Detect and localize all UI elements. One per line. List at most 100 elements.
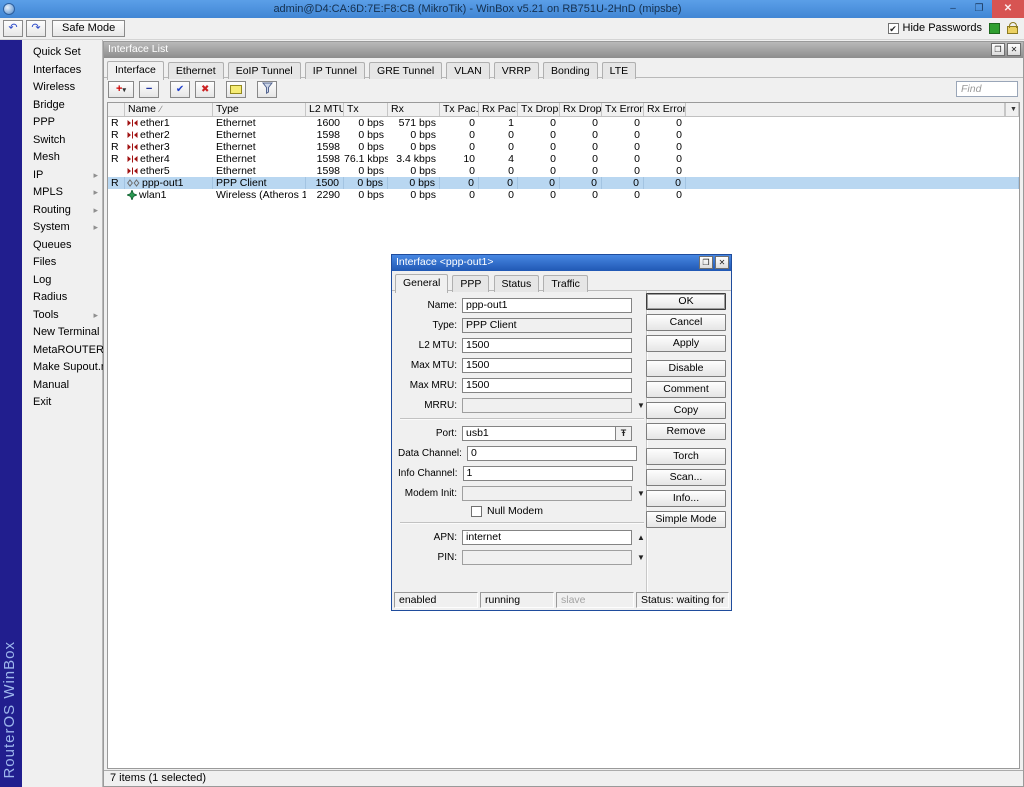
max-mtu-input[interactable] [462, 358, 632, 373]
scan-button[interactable]: Scan... [646, 469, 726, 486]
dialog-close-button[interactable]: ✕ [715, 256, 729, 269]
tab-gre-tunnel[interactable]: GRE Tunnel [369, 62, 442, 79]
dialog-tab-traffic[interactable]: Traffic [543, 275, 588, 292]
minimize-button[interactable]: – [940, 0, 966, 18]
remove-button[interactable]: Remove [646, 423, 726, 440]
comment-button[interactable]: Comment [646, 381, 726, 398]
max-mru-label: Max MRU: [398, 380, 462, 391]
type-column-header[interactable]: Type [213, 103, 306, 116]
l2mtu-input[interactable] [462, 338, 632, 353]
apn-input[interactable] [462, 530, 632, 545]
type-label: Type: [398, 320, 462, 331]
torch-button[interactable]: Torch [646, 448, 726, 465]
dialog-tab-status[interactable]: Status [494, 275, 540, 292]
sidebar-item-quick-set[interactable]: Quick Set [22, 44, 102, 62]
apn-collapse-icon[interactable]: ▲ [637, 533, 645, 542]
mrru-input[interactable] [462, 398, 632, 413]
rx-packet-column-header[interactable]: Rx Pac... [479, 103, 518, 116]
info-channel-input[interactable] [463, 466, 633, 481]
rx-errors-column-header[interactable]: Rx Errors [644, 103, 686, 116]
close-window-button[interactable]: ✕ [1007, 43, 1021, 56]
info-button[interactable]: Info... [646, 490, 726, 507]
tab-ethernet[interactable]: Ethernet [168, 62, 224, 79]
add-button[interactable]: +▾ [108, 81, 134, 98]
sidebar-item-ip[interactable]: IP▸ [22, 167, 102, 185]
sidebar-item-make-supout[interactable]: Make Supout.rif [22, 359, 102, 377]
rx-drops-column-header[interactable]: Rx Drops [560, 103, 602, 116]
sidebar-item-wireless[interactable]: Wireless [22, 79, 102, 97]
l2mtu-column-header[interactable]: L2 MTU [306, 103, 344, 116]
state-column-header[interactable] [108, 103, 125, 116]
sidebar-item-mpls[interactable]: MPLS▸ [22, 184, 102, 202]
port-input[interactable] [462, 426, 616, 441]
table-row[interactable]: R ether2 Ethernet 1598 0 bps 0 bps 0 0 0… [108, 129, 1019, 141]
enable-button[interactable]: ✔ [170, 81, 190, 98]
null-modem-checkbox[interactable] [471, 506, 482, 517]
rx-column-header[interactable]: Rx [388, 103, 440, 116]
tab-bonding[interactable]: Bonding [543, 62, 598, 79]
close-button[interactable]: ✕ [992, 0, 1024, 18]
restore-window-button[interactable]: ❐ [991, 43, 1005, 56]
tab-vrrp[interactable]: VRRP [494, 62, 539, 79]
redo-button[interactable]: ↷ [26, 20, 46, 37]
sidebar-item-mesh[interactable]: Mesh [22, 149, 102, 167]
sidebar-item-queues[interactable]: Queues [22, 237, 102, 255]
sidebar-item-bridge[interactable]: Bridge [22, 97, 102, 115]
sidebar-item-manual[interactable]: Manual [22, 377, 102, 395]
sidebar-item-exit[interactable]: Exit [22, 394, 102, 412]
sidebar-item-ppp[interactable]: PPP [22, 114, 102, 132]
sidebar-item-radius[interactable]: Radius [22, 289, 102, 307]
undo-button[interactable]: ↶ [3, 20, 23, 37]
sidebar-item-routing[interactable]: Routing▸ [22, 202, 102, 220]
comment-button[interactable] [226, 81, 246, 98]
data-channel-input[interactable] [467, 446, 637, 461]
hide-passwords-checkbox[interactable]: ✔ [888, 23, 899, 34]
sidebar-item-metarouter[interactable]: MetaROUTER [22, 342, 102, 360]
sidebar-item-system[interactable]: System▸ [22, 219, 102, 237]
apply-button[interactable]: Apply [646, 335, 726, 352]
table-row[interactable]: ether5 Ethernet 1598 0 bps 0 bps 0 0 0 0… [108, 165, 1019, 177]
table-row[interactable]: R ether4 Ethernet 1598 76.1 kbps 3.4 kbp… [108, 153, 1019, 165]
name-column-header[interactable]: Name∕ [125, 103, 213, 116]
tx-packet-column-header[interactable]: Tx Pac... [440, 103, 479, 116]
tab-vlan[interactable]: VLAN [446, 62, 489, 79]
sidebar-item-tools[interactable]: Tools▸ [22, 307, 102, 325]
safe-mode-button[interactable]: Safe Mode [52, 20, 125, 37]
disable-button[interactable]: ✖ [195, 81, 215, 98]
table-row[interactable]: R ether1 Ethernet 1600 0 bps 571 bps 0 1… [108, 117, 1019, 129]
table-row[interactable]: wlan1 Wireless (Atheros 11N) 2290 0 bps … [108, 189, 1019, 201]
mrru-dropdown-icon[interactable]: ▼ [637, 401, 645, 410]
table-row[interactable]: R ether3 Ethernet 1598 0 bps 0 bps 0 0 0… [108, 141, 1019, 153]
modem-init-input[interactable] [462, 486, 632, 501]
filter-button[interactable] [257, 81, 277, 98]
pin-dropdown-icon[interactable]: ▼ [637, 553, 645, 562]
port-select-icon[interactable]: Ŧ [616, 426, 632, 441]
simple-mode-button[interactable]: Simple Mode [646, 511, 726, 528]
name-input[interactable] [462, 298, 632, 313]
restore-button[interactable]: ❐ [966, 0, 992, 18]
tx-drops-column-header[interactable]: Tx Drops [518, 103, 560, 116]
max-mru-input[interactable] [462, 378, 632, 393]
remove-button[interactable]: − [139, 81, 159, 98]
sidebar-item-log[interactable]: Log [22, 272, 102, 290]
column-select-button[interactable]: ▼ [1005, 103, 1019, 116]
table-row-selected[interactable]: R ppp-out1 PPP Client 1500 0 bps 0 bps 0… [108, 177, 1019, 189]
tab-ip-tunnel[interactable]: IP Tunnel [305, 62, 365, 79]
tab-lte[interactable]: LTE [602, 62, 636, 79]
dialog-restore-button[interactable]: ❐ [699, 256, 713, 269]
find-input[interactable] [956, 81, 1018, 97]
copy-button[interactable]: Copy [646, 402, 726, 419]
disable-button[interactable]: Disable [646, 360, 726, 377]
tab-eoip-tunnel[interactable]: EoIP Tunnel [228, 62, 301, 79]
dialog-tab-ppp[interactable]: PPP [452, 275, 489, 292]
pin-input[interactable] [462, 550, 632, 565]
modem-init-dropdown-icon[interactable]: ▼ [637, 489, 645, 498]
tx-column-header[interactable]: Tx [344, 103, 388, 116]
sidebar-item-files[interactable]: Files [22, 254, 102, 272]
sidebar-item-switch[interactable]: Switch [22, 132, 102, 150]
tx-errors-column-header[interactable]: Tx Errors [602, 103, 644, 116]
sidebar-item-new-terminal[interactable]: New Terminal [22, 324, 102, 342]
cancel-button[interactable]: Cancel [646, 314, 726, 331]
sidebar-item-interfaces[interactable]: Interfaces [22, 62, 102, 80]
ok-button[interactable]: OK [646, 293, 726, 310]
